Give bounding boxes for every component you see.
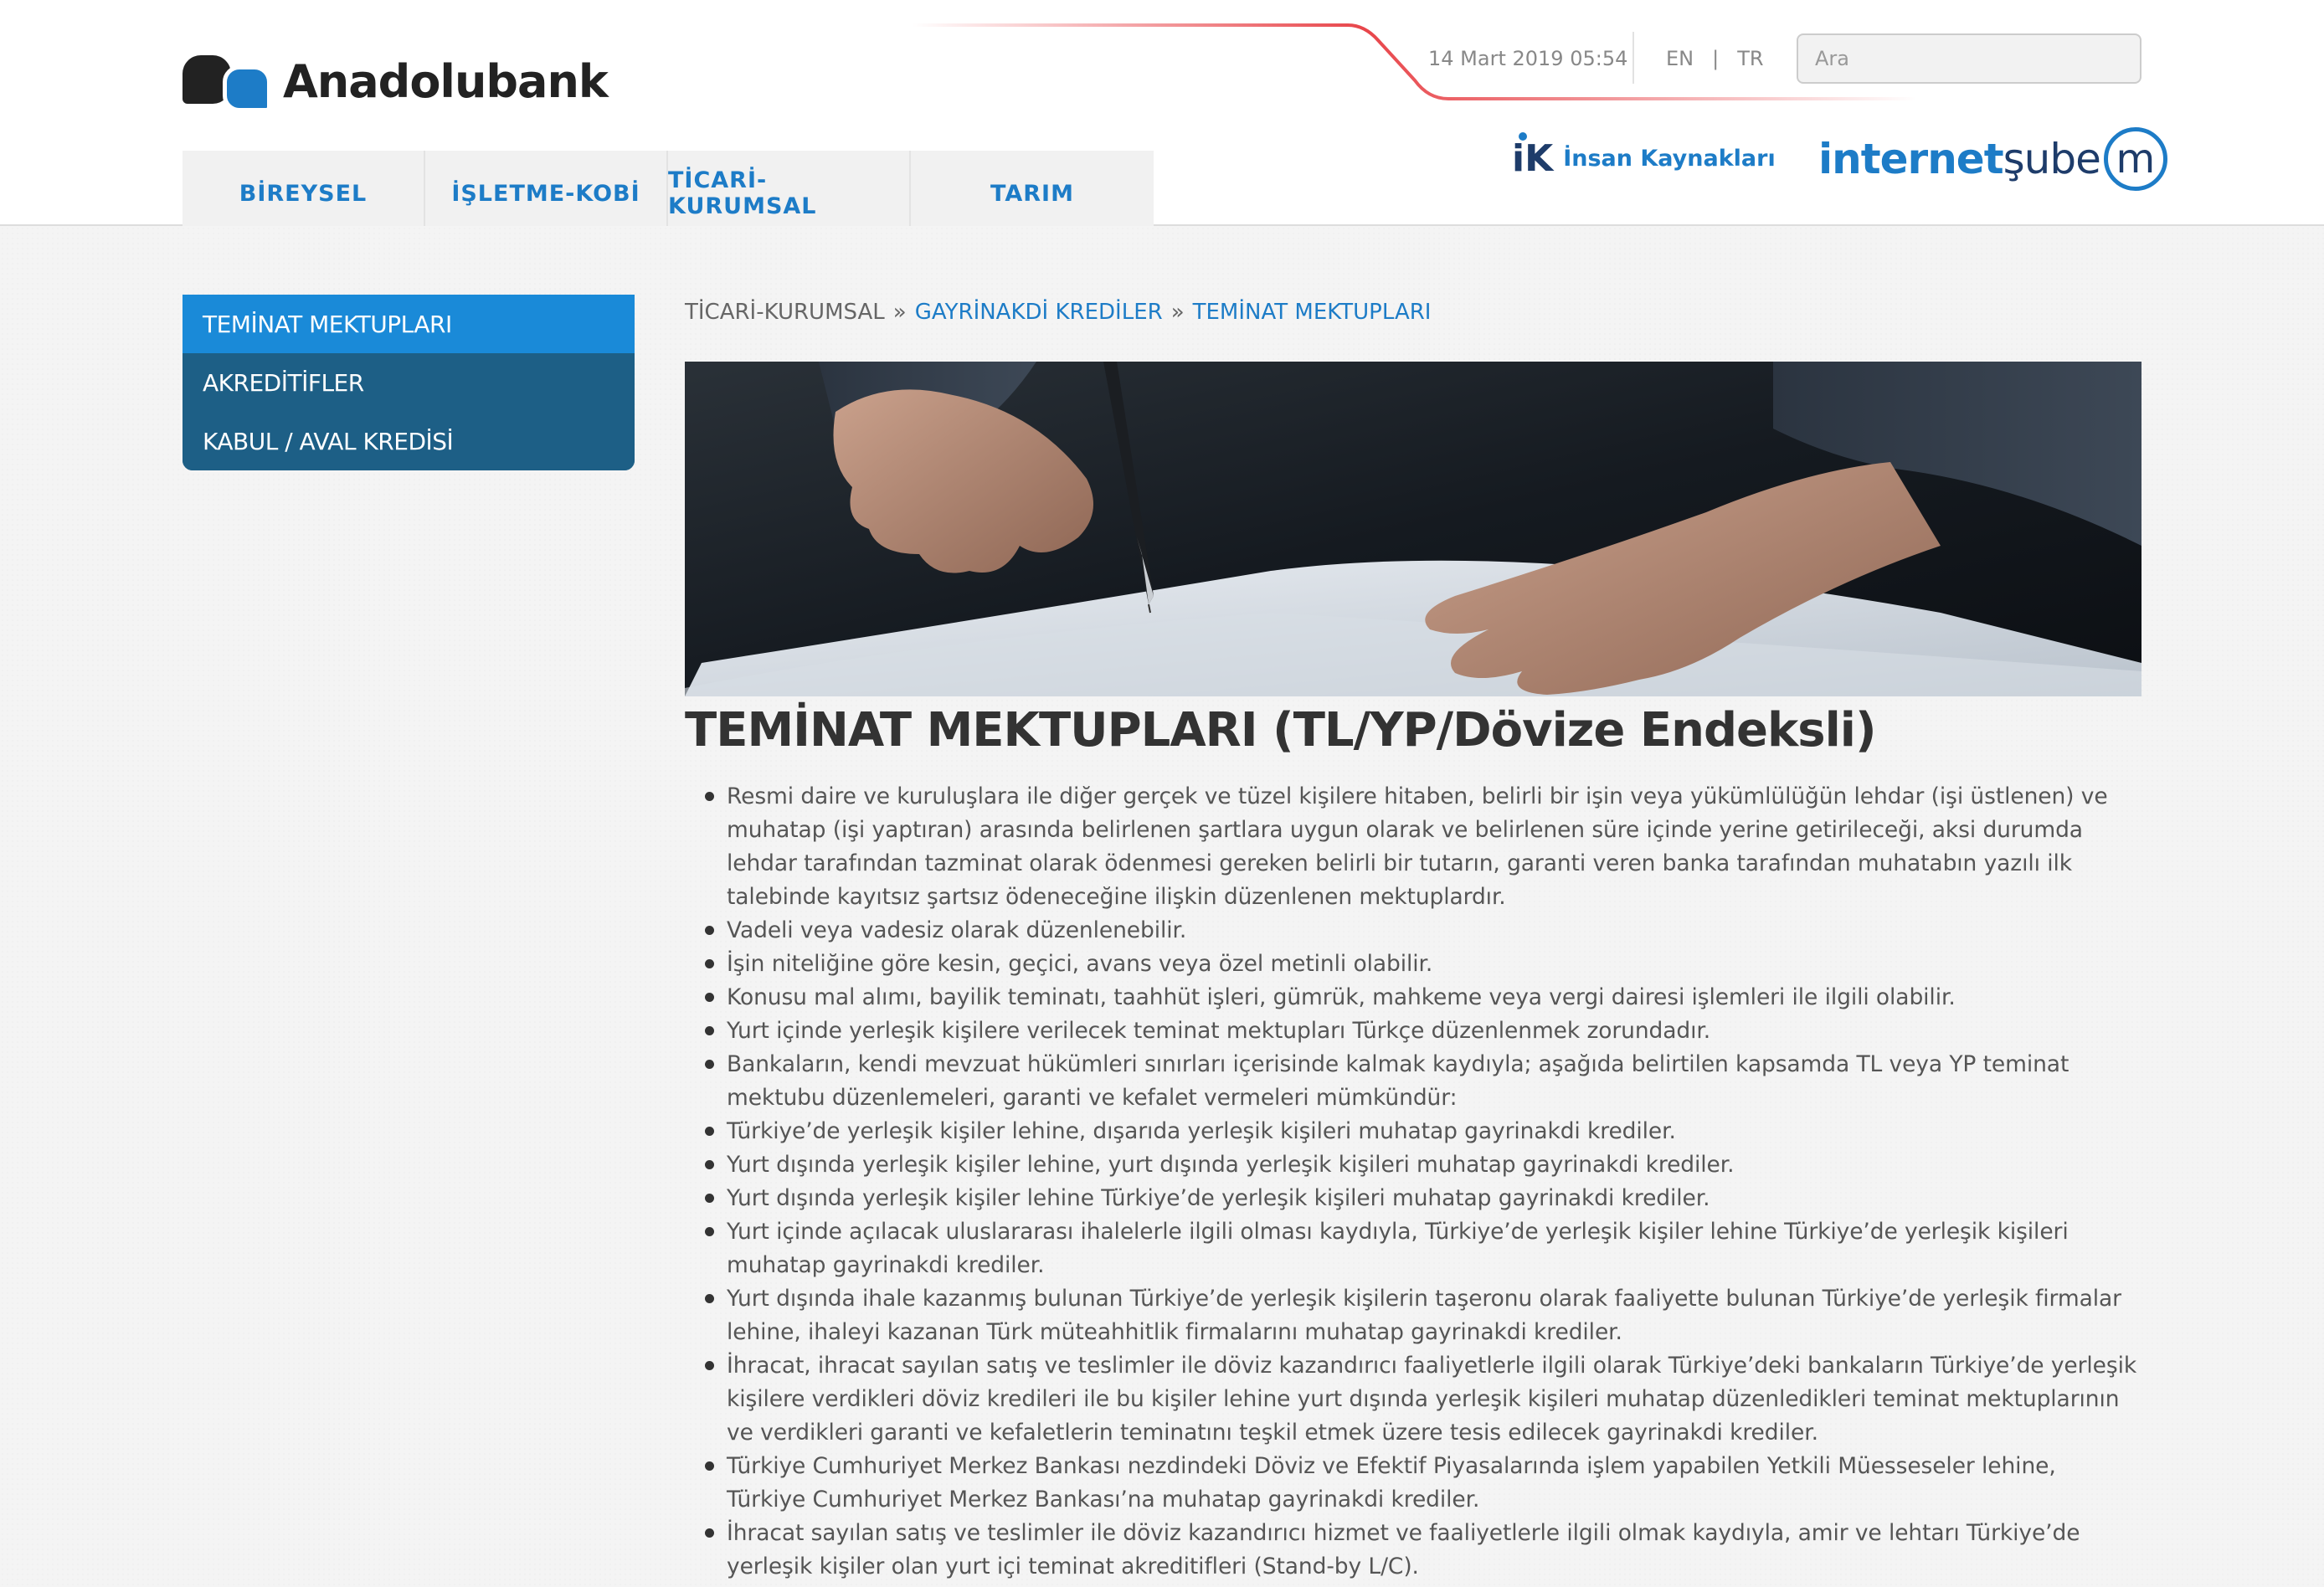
anadolubank-logo[interactable]: Anadolubank <box>183 52 609 112</box>
lang-en-link[interactable]: EN <box>1666 47 1694 70</box>
internet-sube-link[interactable]: internet şube m <box>1818 127 2167 191</box>
list-item: Yurt içinde yerleşik kişilere verilecek … <box>685 1014 2141 1048</box>
site-header: Anadolubank 14 Mart 2019 05:54 EN | TR i… <box>0 0 2324 226</box>
info-list: Resmi daire ve kuruluşlara ile diğer ger… <box>685 780 2141 1584</box>
breadcrumb: TİCARİ-KURUMSAL » GAYRİNAKDİ KREDİLER » … <box>685 300 1431 325</box>
header-swoosh-decoration <box>913 23 1917 100</box>
list-item: Yurt dışında yerleşik kişiler lehine, yu… <box>685 1148 2141 1182</box>
list-item: Yurt içinde açılacak uluslararası ihalel… <box>685 1215 2141 1282</box>
list-item: Türkiye Cumhuriyet Merkez Bankası nezdin… <box>685 1450 2141 1517</box>
breadcrumb-current-link[interactable]: TEMİNAT MEKTUPLARI <box>1193 300 1432 325</box>
nav-tarim[interactable]: TARIM <box>911 151 1154 226</box>
internet-sube-text-part1: internet <box>1818 135 2004 183</box>
nav-bireysel[interactable]: BİREYSEL <box>183 151 425 226</box>
logo-text: Anadolubank <box>283 54 609 108</box>
logo-mark-icon <box>183 52 273 112</box>
search-input[interactable] <box>1797 33 2141 84</box>
sidebar-menu: TEMİNAT MEKTUPLARI AKREDİTİFLER KABUL / … <box>183 295 635 470</box>
insan-kaynaklari-link[interactable]: iK İnsan Kaynakları <box>1512 132 1776 180</box>
sidebar-item-teminat-mektuplari[interactable]: TEMİNAT MEKTUPLARI <box>183 295 635 353</box>
sidebar-item-kabul-aval-kredisi[interactable]: KABUL / AVAL KREDİSİ <box>183 412 635 470</box>
list-item: Konusu mal alımı, bayilik teminatı, taah… <box>685 981 2141 1014</box>
sidebar-item-akreditifler[interactable]: AKREDİTİFLER <box>183 353 635 412</box>
main-nav: BİREYSEL İŞLETME-KOBİ TİCARİ-KURUMSAL TA… <box>183 151 1154 226</box>
nav-isletme-kobi[interactable]: İŞLETME-KOBİ <box>425 151 668 226</box>
content-body: Resmi daire ve kuruluşlara ile diğer ger… <box>685 780 2141 1584</box>
list-item: Yurt dışında yerleşik kişiler lehine Tür… <box>685 1182 2141 1215</box>
nav-ticari-kurumsal[interactable]: TİCARİ-KURUMSAL <box>668 151 911 226</box>
breadcrumb-root: TİCARİ-KURUMSAL <box>685 300 885 325</box>
ik-logo-icon: iK <box>1512 132 1553 180</box>
page-title: TEMİNAT MEKTUPLARI (TL/YP/Dövize Endeksl… <box>685 703 1877 758</box>
list-item: Türkiye’de yerleşik kişiler lehine, dışa… <box>685 1115 2141 1148</box>
internet-sube-m-icon: m <box>2103 127 2167 191</box>
breadcrumb-separator: » <box>892 300 907 325</box>
signing-document-illustration <box>685 362 2141 696</box>
lang-separator: | <box>1712 47 1720 70</box>
internet-sube-text-part2: şube <box>2003 135 2101 183</box>
current-date: 14 Mart 2019 05:54 <box>1428 47 1628 70</box>
list-item: Yurt dışında ihale kazanmış bulunan Türk… <box>685 1282 2141 1349</box>
list-item: İhracat sayılan satış ve teslimler ile d… <box>685 1517 2141 1584</box>
list-item: Bankaların, kendi mevzuat hükümleri sını… <box>685 1048 2141 1115</box>
breadcrumb-separator: » <box>1170 300 1185 325</box>
list-item: İhracat, ihracat sayılan satış ve teslim… <box>685 1349 2141 1450</box>
lang-tr-link[interactable]: TR <box>1737 47 1763 70</box>
list-item: Resmi daire ve kuruluşlara ile diğer ger… <box>685 780 2141 914</box>
hero-banner-image <box>685 362 2141 696</box>
language-switch: EN | TR <box>1666 47 1764 70</box>
list-item: Vadeli veya vadesiz olarak düzenlenebili… <box>685 914 2141 948</box>
ik-label: İnsan Kaynakları <box>1563 146 1776 172</box>
breadcrumb-gayrinakdi-link[interactable]: GAYRİNAKDİ KREDİLER <box>915 300 1163 325</box>
header-divider <box>1632 32 1634 84</box>
list-item: İşin niteliğine göre kesin, geçici, avan… <box>685 948 2141 981</box>
